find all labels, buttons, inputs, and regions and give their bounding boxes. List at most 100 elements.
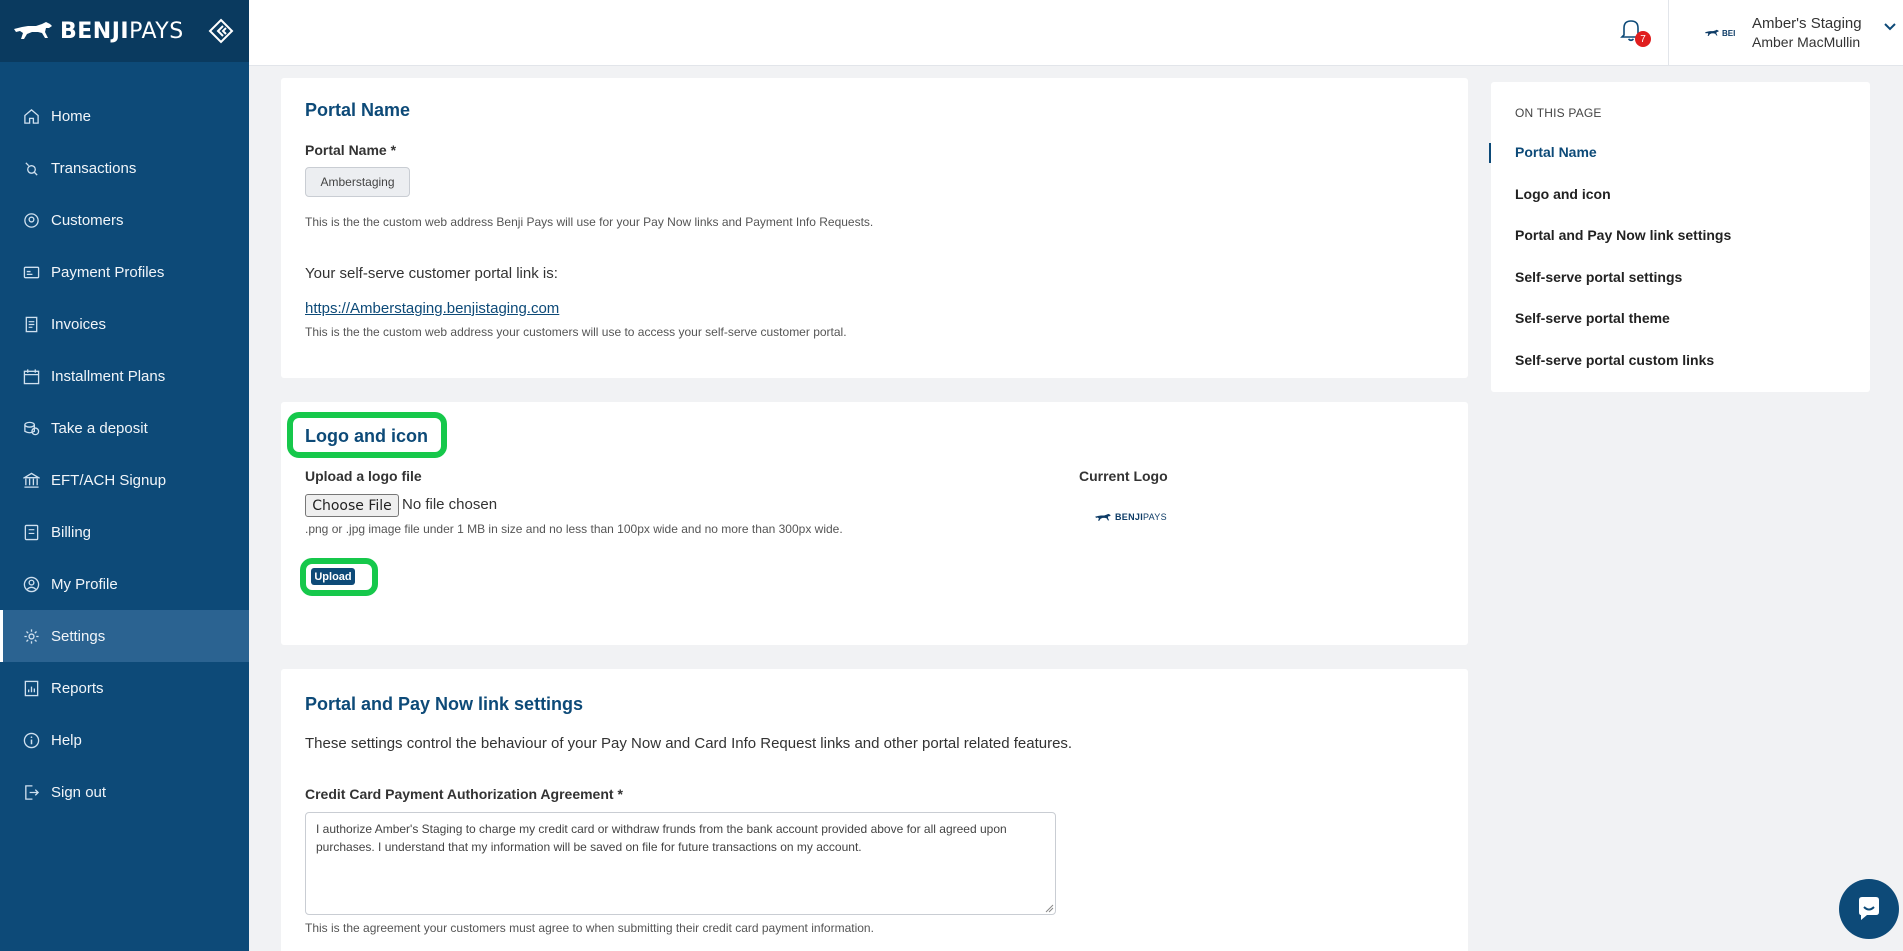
nav-item-installment-plans[interactable]: Installment Plans [0,350,249,402]
portal-link[interactable]: https://Amberstaging.benjistaging.com [305,300,559,317]
file-status: No file chosen [402,496,498,513]
home-icon [22,107,40,125]
nav-label: Installment Plans [51,367,166,385]
logo-help: .png or .jpg image file under 1 MB in si… [305,522,843,536]
sidebar: BENJIPAYS Home Transactions Customers Pa… [0,0,249,951]
main-nav: Home Transactions Customers Payment Prof… [0,90,249,818]
nav-label: Take a deposit [51,419,148,437]
benjipays-logo[interactable]: BENJIPAYS [12,19,184,44]
chat-support-button[interactable] [1839,879,1899,939]
toc-item-self-serve-theme[interactable]: Self-serve portal theme [1515,310,1670,326]
agreement-text: I authorize Amber's Staging to charge my… [316,822,1007,854]
choose-file-button[interactable]: Choose File [305,494,399,517]
portal-name-field[interactable]: Amberstaging [305,167,410,197]
current-logo-light: PAYS [1143,512,1167,522]
nav-label: Sign out [51,783,107,801]
chevron-down-icon [1884,23,1896,31]
agreement-label: Credit Card Payment Authorization Agreem… [305,786,623,802]
nav-item-transactions[interactable]: Transactions [0,142,249,194]
portal-settings-section: Portal and Pay Now link settings These s… [281,669,1468,951]
section-title: Logo and icon [305,426,428,446]
nav-item-help[interactable]: Help [0,714,249,766]
nav-label: Home [51,107,92,125]
nav-label: Help [51,731,82,749]
upload-logo-label: Upload a logo file [305,468,422,484]
account-company: Amber's Staging [1752,15,1862,32]
toc-item-self-serve-settings[interactable]: Self-serve portal settings [1515,269,1682,285]
topbar: 7 BEI Amber's Staging Amber MacMullin [249,0,1903,66]
collapse-icon [208,18,234,44]
nav-item-take-a-deposit[interactable]: Take a deposit [0,402,249,454]
nav-label: EFT/ACH Signup [51,471,167,489]
bank-icon [22,471,40,489]
nav-item-settings[interactable]: Settings [0,610,249,662]
payment-profiles-icon [22,263,40,281]
current-logo-bold: BENJI [1115,512,1144,522]
resize-handle-icon[interactable] [1045,904,1054,913]
section-title: Portal and Pay Now link settings [305,694,584,714]
nav-label: Settings [51,627,106,645]
logo-icon-section: Logo and icon Upload a logo file Choose … [281,402,1468,645]
account-info: Amber's Staging Amber MacMullin [1752,14,1862,52]
nav-label: Billing [51,523,92,541]
brand-name-light: PAYS [129,18,184,44]
nav-item-home[interactable]: Home [0,90,249,142]
portal-link-help: This is the the custom web address your … [305,325,847,339]
gear-icon [22,627,40,645]
profile-icon [22,575,40,593]
nav-item-sign-out[interactable]: Sign out [0,766,249,818]
nav-label: Payment Profiles [51,263,165,281]
nav-item-billing[interactable]: Billing [0,506,249,558]
account-logo-text: BEI [1722,28,1736,38]
portal-name-help: This is the the custom web address Benji… [305,215,874,229]
agreement-textarea[interactable]: I authorize Amber's Staging to charge my… [305,812,1056,915]
nav-item-eft-ach-signup[interactable]: EFT/ACH Signup [0,454,249,506]
dog-logo-icon [1095,513,1111,521]
portal-name-label: Portal Name * [305,142,397,158]
toc-item-portal-name[interactable]: Portal Name [1515,144,1597,160]
toc-heading: ON THIS PAGE [1515,106,1602,120]
help-icon [22,731,40,749]
nav-label: My Profile [51,575,118,593]
notification-count-badge: 7 [1635,31,1651,47]
portal-name-section: Portal Name Portal Name * Amberstaging T… [281,78,1468,378]
nav-label: Customers [51,211,124,229]
upload-button[interactable]: Upload [311,568,355,585]
nav-item-my-profile[interactable]: My Profile [0,558,249,610]
brand-bar: BENJIPAYS [0,0,249,62]
account-logo: BEI [1704,26,1740,40]
nav-label: Invoices [51,315,107,333]
nav-item-payment-profiles[interactable]: Payment Profiles [0,246,249,298]
dog-logo-icon [14,22,52,39]
transactions-icon [22,159,40,177]
on-this-page-nav: ON THIS PAGE Portal Name Logo and icon P… [1489,82,1870,392]
nav-item-invoices[interactable]: Invoices [0,298,249,350]
section-title: Portal Name [305,100,411,120]
portal-settings-description: These settings control the behaviour of … [305,735,1073,752]
account-menu[interactable]: BEI Amber's Staging Amber MacMullin [1669,0,1903,66]
current-logo-text: BENJIPAYS [1115,512,1167,522]
toc-item-portal-settings[interactable]: Portal and Pay Now link settings [1515,227,1731,243]
notifications-button[interactable]: 7 [1620,18,1651,47]
dog-logo-icon [1705,29,1719,36]
coins-icon [22,419,40,437]
chat-icon [1859,897,1879,920]
collapse-sidebar-button[interactable] [206,16,236,46]
current-logo-image: BENJIPAYS [1094,512,1167,522]
account-user: Amber MacMullin [1752,34,1861,50]
nav-item-reports[interactable]: Reports [0,662,249,714]
current-logo-label: Current Logo [1079,468,1168,484]
invoices-icon [22,315,40,333]
brand-name-bold: BENJI [60,18,130,44]
toc-item-self-serve-links[interactable]: Self-serve portal custom links [1515,352,1714,368]
toc-active-indicator [1489,143,1491,163]
nav-label: Reports [51,679,104,697]
brand-name: BENJIPAYS [60,19,184,44]
nav-label: Transactions [51,159,137,177]
agreement-help: This is the agreement your customers mus… [305,921,874,935]
nav-item-customers[interactable]: Customers [0,194,249,246]
toc-item-logo-icon[interactable]: Logo and icon [1515,186,1611,202]
sign-out-icon [22,783,40,801]
reports-icon [22,679,40,697]
customers-icon [22,211,40,229]
